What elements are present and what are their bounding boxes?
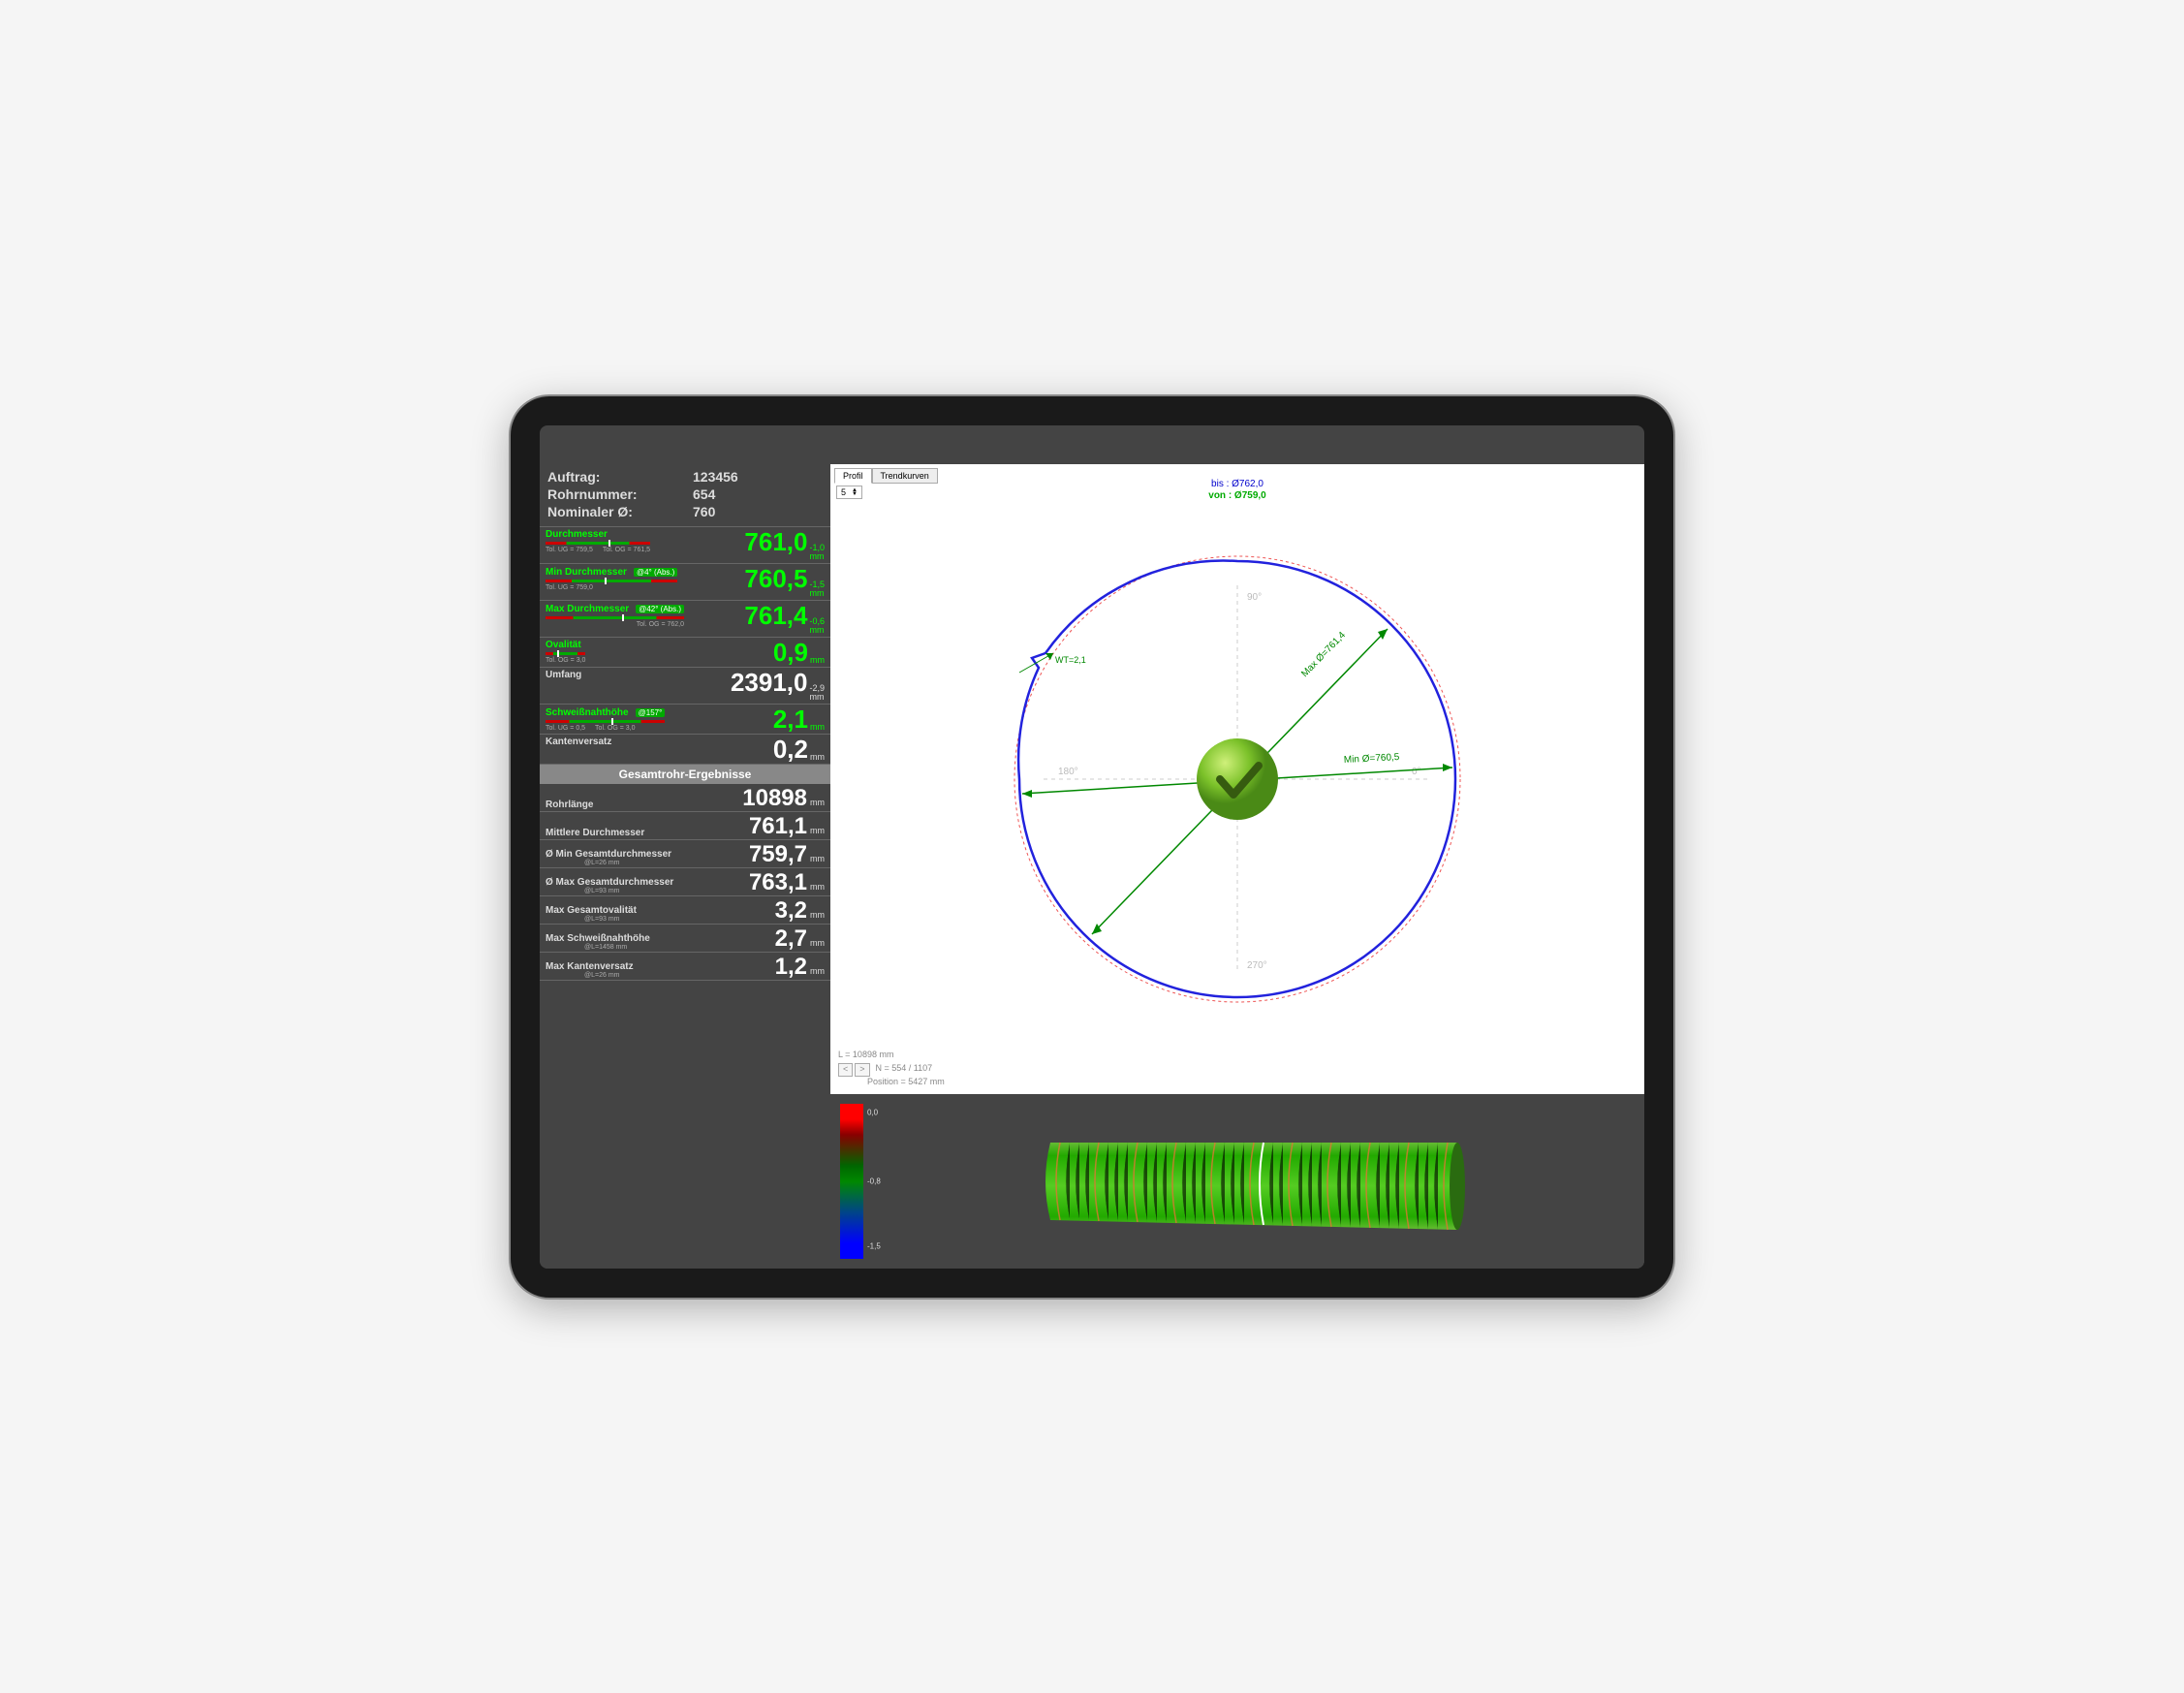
range-bis: bis : Ø762,0 xyxy=(1208,479,1265,490)
max-d-tol-og: Tol. OG = 762,0 xyxy=(637,621,684,628)
metric-min-durchmesser: Min Durchmesser @4° (Abs.) Tol. UG = 759… xyxy=(540,564,830,601)
weld-unit: mm xyxy=(810,722,825,732)
results-section-header: Gesamtrohr-Ergebnisse xyxy=(540,765,830,784)
plot-tabs: Profil Trendkurven xyxy=(834,468,938,484)
kante-value: 0,2 xyxy=(773,737,808,762)
max-d-label: Max Durchmesser xyxy=(546,604,629,614)
deg-180-label: 180° xyxy=(1058,767,1078,777)
result-min-gesamt: Ø Min Gesamtdurchmesser@L=26 mm 759,7mm xyxy=(540,840,830,868)
durchmesser-value: 761,0 xyxy=(744,529,807,554)
metric-durchmesser: Durchmesser Tol. UG = 759,5 Tol. OG = 76… xyxy=(540,527,830,564)
scale-bot: -1,5 xyxy=(867,1241,881,1250)
metric-umfang: Umfang 2391,0 -2,9 mm xyxy=(540,668,830,705)
oval-unit: mm xyxy=(810,655,825,665)
cross-section-plot: 90° 180° 0° 270° WT=2,1 xyxy=(985,527,1489,1031)
tab-trendkurven[interactable]: Trendkurven xyxy=(872,468,938,484)
durchmesser-unit: mm xyxy=(809,552,824,561)
metric-ovalitaet: Ovalität Tol. OG = 3,0 0,9 mm xyxy=(540,638,830,668)
result-max-kantenversatz: Max Kantenversatz@L=26 mm 1,2mm xyxy=(540,953,830,981)
next-button[interactable]: > xyxy=(855,1063,869,1077)
rohrnummer-value: 654 xyxy=(693,486,715,502)
color-scale: 0,0 -0,8 -1,5 xyxy=(840,1104,863,1259)
nominal-value: 760 xyxy=(693,504,715,519)
prev-button[interactable]: < xyxy=(838,1063,853,1077)
rohrnummer-label: Rohrnummer: xyxy=(547,486,693,502)
result-max-gesamt: Ø Max Gesamtdurchmesser@L=93 mm 763,1mm xyxy=(540,868,830,896)
metric-max-durchmesser: Max Durchmesser @42° (Abs.) Tol. OG = 76… xyxy=(540,601,830,638)
status-length: L = 10898 mm xyxy=(838,1050,945,1061)
scale-top: 0,0 xyxy=(867,1109,878,1117)
min-d-value: 760,5 xyxy=(744,566,807,591)
tab-profil[interactable]: Profil xyxy=(834,468,872,484)
min-d-label: Min Durchmesser xyxy=(546,567,627,578)
main-area: Profil Trendkurven 5 ▲ ▼ bis : Ø762,0 vo… xyxy=(830,464,1644,1269)
weld-tol-og: Tol. OG = 3,0 xyxy=(595,725,635,732)
result-max-ovalitaet: Max Gesamtovalität@L=93 mm 3,2mm xyxy=(540,896,830,925)
max-d-badge: @42° (Abs.) xyxy=(636,605,684,613)
result-rohrlaenge: Rohrlänge 10898mm xyxy=(540,784,830,812)
wt-label: WT=2,1 xyxy=(1055,655,1086,665)
deg-90-label: 90° xyxy=(1247,592,1262,603)
weld-label: Schweißnahthöhe xyxy=(546,707,629,718)
position-status: L = 10898 mm < > N = 554 / 1107 Position… xyxy=(838,1050,945,1087)
min-diameter-label: Min Ø=760,5 xyxy=(1344,751,1400,765)
pipe-3d-svg xyxy=(1021,1113,1486,1249)
min-d-unit: mm xyxy=(809,589,824,598)
umfang-unit: mm xyxy=(809,693,824,702)
weld-tol-ug: Tol. UG = 0,5 xyxy=(546,725,585,732)
auftrag-label: Auftrag: xyxy=(547,469,693,485)
min-d-tol-ug: Tol. UG = 759,0 xyxy=(546,584,593,591)
deg-270-label: 270° xyxy=(1247,960,1267,971)
tablet-frame: Auftrag: 123456 Rohrnummer: 654 Nominale… xyxy=(511,396,1673,1298)
umfang-label: Umfang xyxy=(546,670,581,680)
content-area: Auftrag: 123456 Rohrnummer: 654 Nominale… xyxy=(540,425,1644,1269)
spinner-down-icon[interactable]: ▼ xyxy=(852,492,858,496)
kante-label: Kantenversatz xyxy=(546,737,611,747)
spinner-value: 5 xyxy=(841,487,846,497)
metric-schweissnahthoehe: Schweißnahthöhe @157° Tol. UG = 0,5 Tol.… xyxy=(540,705,830,735)
pipe-3d-view[interactable] xyxy=(863,1094,1644,1269)
diameter-range-labels: bis : Ø762,0 von : Ø759,0 xyxy=(1208,479,1265,502)
durchmesser-tol-ug: Tol. UG = 759,5 xyxy=(546,547,593,553)
scale-mid: -0,8 xyxy=(867,1176,881,1185)
range-von: von : Ø759,0 xyxy=(1208,490,1265,502)
app-screen: Auftrag: 123456 Rohrnummer: 654 Nominale… xyxy=(540,425,1644,1269)
weld-value: 2,1 xyxy=(773,706,808,732)
min-d-badge: @4° (Abs.) xyxy=(634,568,677,577)
weld-badge: @157° xyxy=(636,708,666,717)
max-d-value: 761,4 xyxy=(744,603,807,628)
metric-kantenversatz: Kantenversatz 0,2 mm xyxy=(540,735,830,765)
status-ok-icon xyxy=(1197,738,1278,820)
profile-plot[interactable]: Profil Trendkurven 5 ▲ ▼ bis : Ø762,0 vo… xyxy=(830,464,1644,1094)
durchmesser-label: Durchmesser xyxy=(546,529,650,540)
pipe-3d-panel: 0,0 -0,8 -1,5 xyxy=(830,1094,1644,1269)
result-mittl-durchmesser: Mittlere Durchmesser 761,1mm xyxy=(540,812,830,840)
status-n: N = 554 / 1107 xyxy=(876,1063,933,1077)
umfang-value: 2391,0 xyxy=(731,670,808,695)
order-header: Auftrag: 123456 Rohrnummer: 654 Nominale… xyxy=(540,464,830,527)
kante-unit: mm xyxy=(810,752,825,762)
result-max-schweissnahthoehe: Max Schweißnahthöhe@L=1458 mm 2,7mm xyxy=(540,925,830,953)
auftrag-value: 123456 xyxy=(693,469,738,485)
zoom-spinner[interactable]: 5 ▲ ▼ xyxy=(836,486,862,499)
oval-tol-og: Tol. OG = 3,0 xyxy=(546,657,585,664)
sidebar: Auftrag: 123456 Rohrnummer: 654 Nominale… xyxy=(540,464,830,1269)
max-diameter-label: Max Ø=761,4 xyxy=(1299,629,1348,678)
oval-label: Ovalität xyxy=(546,640,585,650)
max-d-unit: mm xyxy=(809,626,824,635)
deg-0-label: 0° xyxy=(1412,767,1421,777)
oval-value: 0,9 xyxy=(773,640,808,665)
durchmesser-tol-og: Tol. OG = 761,5 xyxy=(603,547,650,553)
status-position: Position = 5427 mm xyxy=(867,1077,945,1088)
nominal-label: Nominaler Ø: xyxy=(547,504,693,519)
